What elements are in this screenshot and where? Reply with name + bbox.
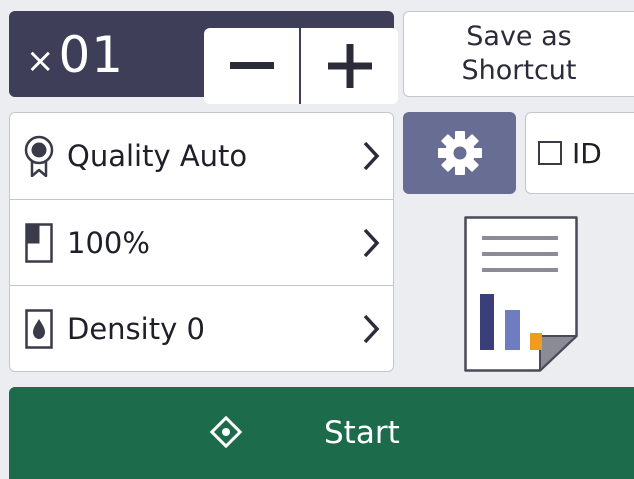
chevron-right-icon <box>363 314 380 344</box>
setting-item-density[interactable]: Density 0 <box>10 285 393 372</box>
density-drop-icon <box>21 307 57 351</box>
id-copy-option[interactable]: ID <box>525 112 634 194</box>
setting-item-enlarge-reduce[interactable]: 100% <box>10 199 393 286</box>
document-preview-icon <box>464 216 578 372</box>
settings-button[interactable] <box>403 112 516 194</box>
copies-counter: × 01 <box>9 11 398 104</box>
copies-count: 01 <box>58 26 125 84</box>
copies-stepper <box>204 28 400 104</box>
setting-label-quality: Quality Auto <box>67 139 248 173</box>
decrement-button[interactable] <box>204 28 301 104</box>
plus-icon <box>327 44 372 88</box>
start-button[interactable]: Start <box>9 387 634 479</box>
quality-ribbon-icon <box>21 134 57 178</box>
setting-label-ratio: 100% <box>67 226 150 260</box>
copies-display: × 01 <box>26 29 124 81</box>
id-label: ID <box>572 136 602 170</box>
gear-icon <box>437 131 482 175</box>
start-label: Start <box>324 415 400 451</box>
settings-list: Quality Auto 100% Density 0 <box>9 112 394 372</box>
minus-icon <box>229 62 274 69</box>
chevron-right-icon <box>363 228 380 258</box>
save-as-shortcut-button[interactable]: Save as Shortcut <box>403 11 634 97</box>
chevron-right-icon <box>363 141 380 171</box>
id-checkbox[interactable] <box>538 141 562 165</box>
start-diamond-icon <box>209 415 243 449</box>
page-size-icon <box>21 221 57 265</box>
setting-item-quality[interactable]: Quality Auto <box>10 113 393 199</box>
copies-prefix: × <box>26 41 55 81</box>
shortcut-label-line1: Save as <box>466 21 572 52</box>
setting-label-density: Density 0 <box>67 312 205 346</box>
increment-button[interactable] <box>301 28 398 104</box>
shortcut-label-line2: Shortcut <box>461 55 577 86</box>
copy-screen: × 01 Save as Shortcut Quality Auto 100% … <box>0 0 634 479</box>
